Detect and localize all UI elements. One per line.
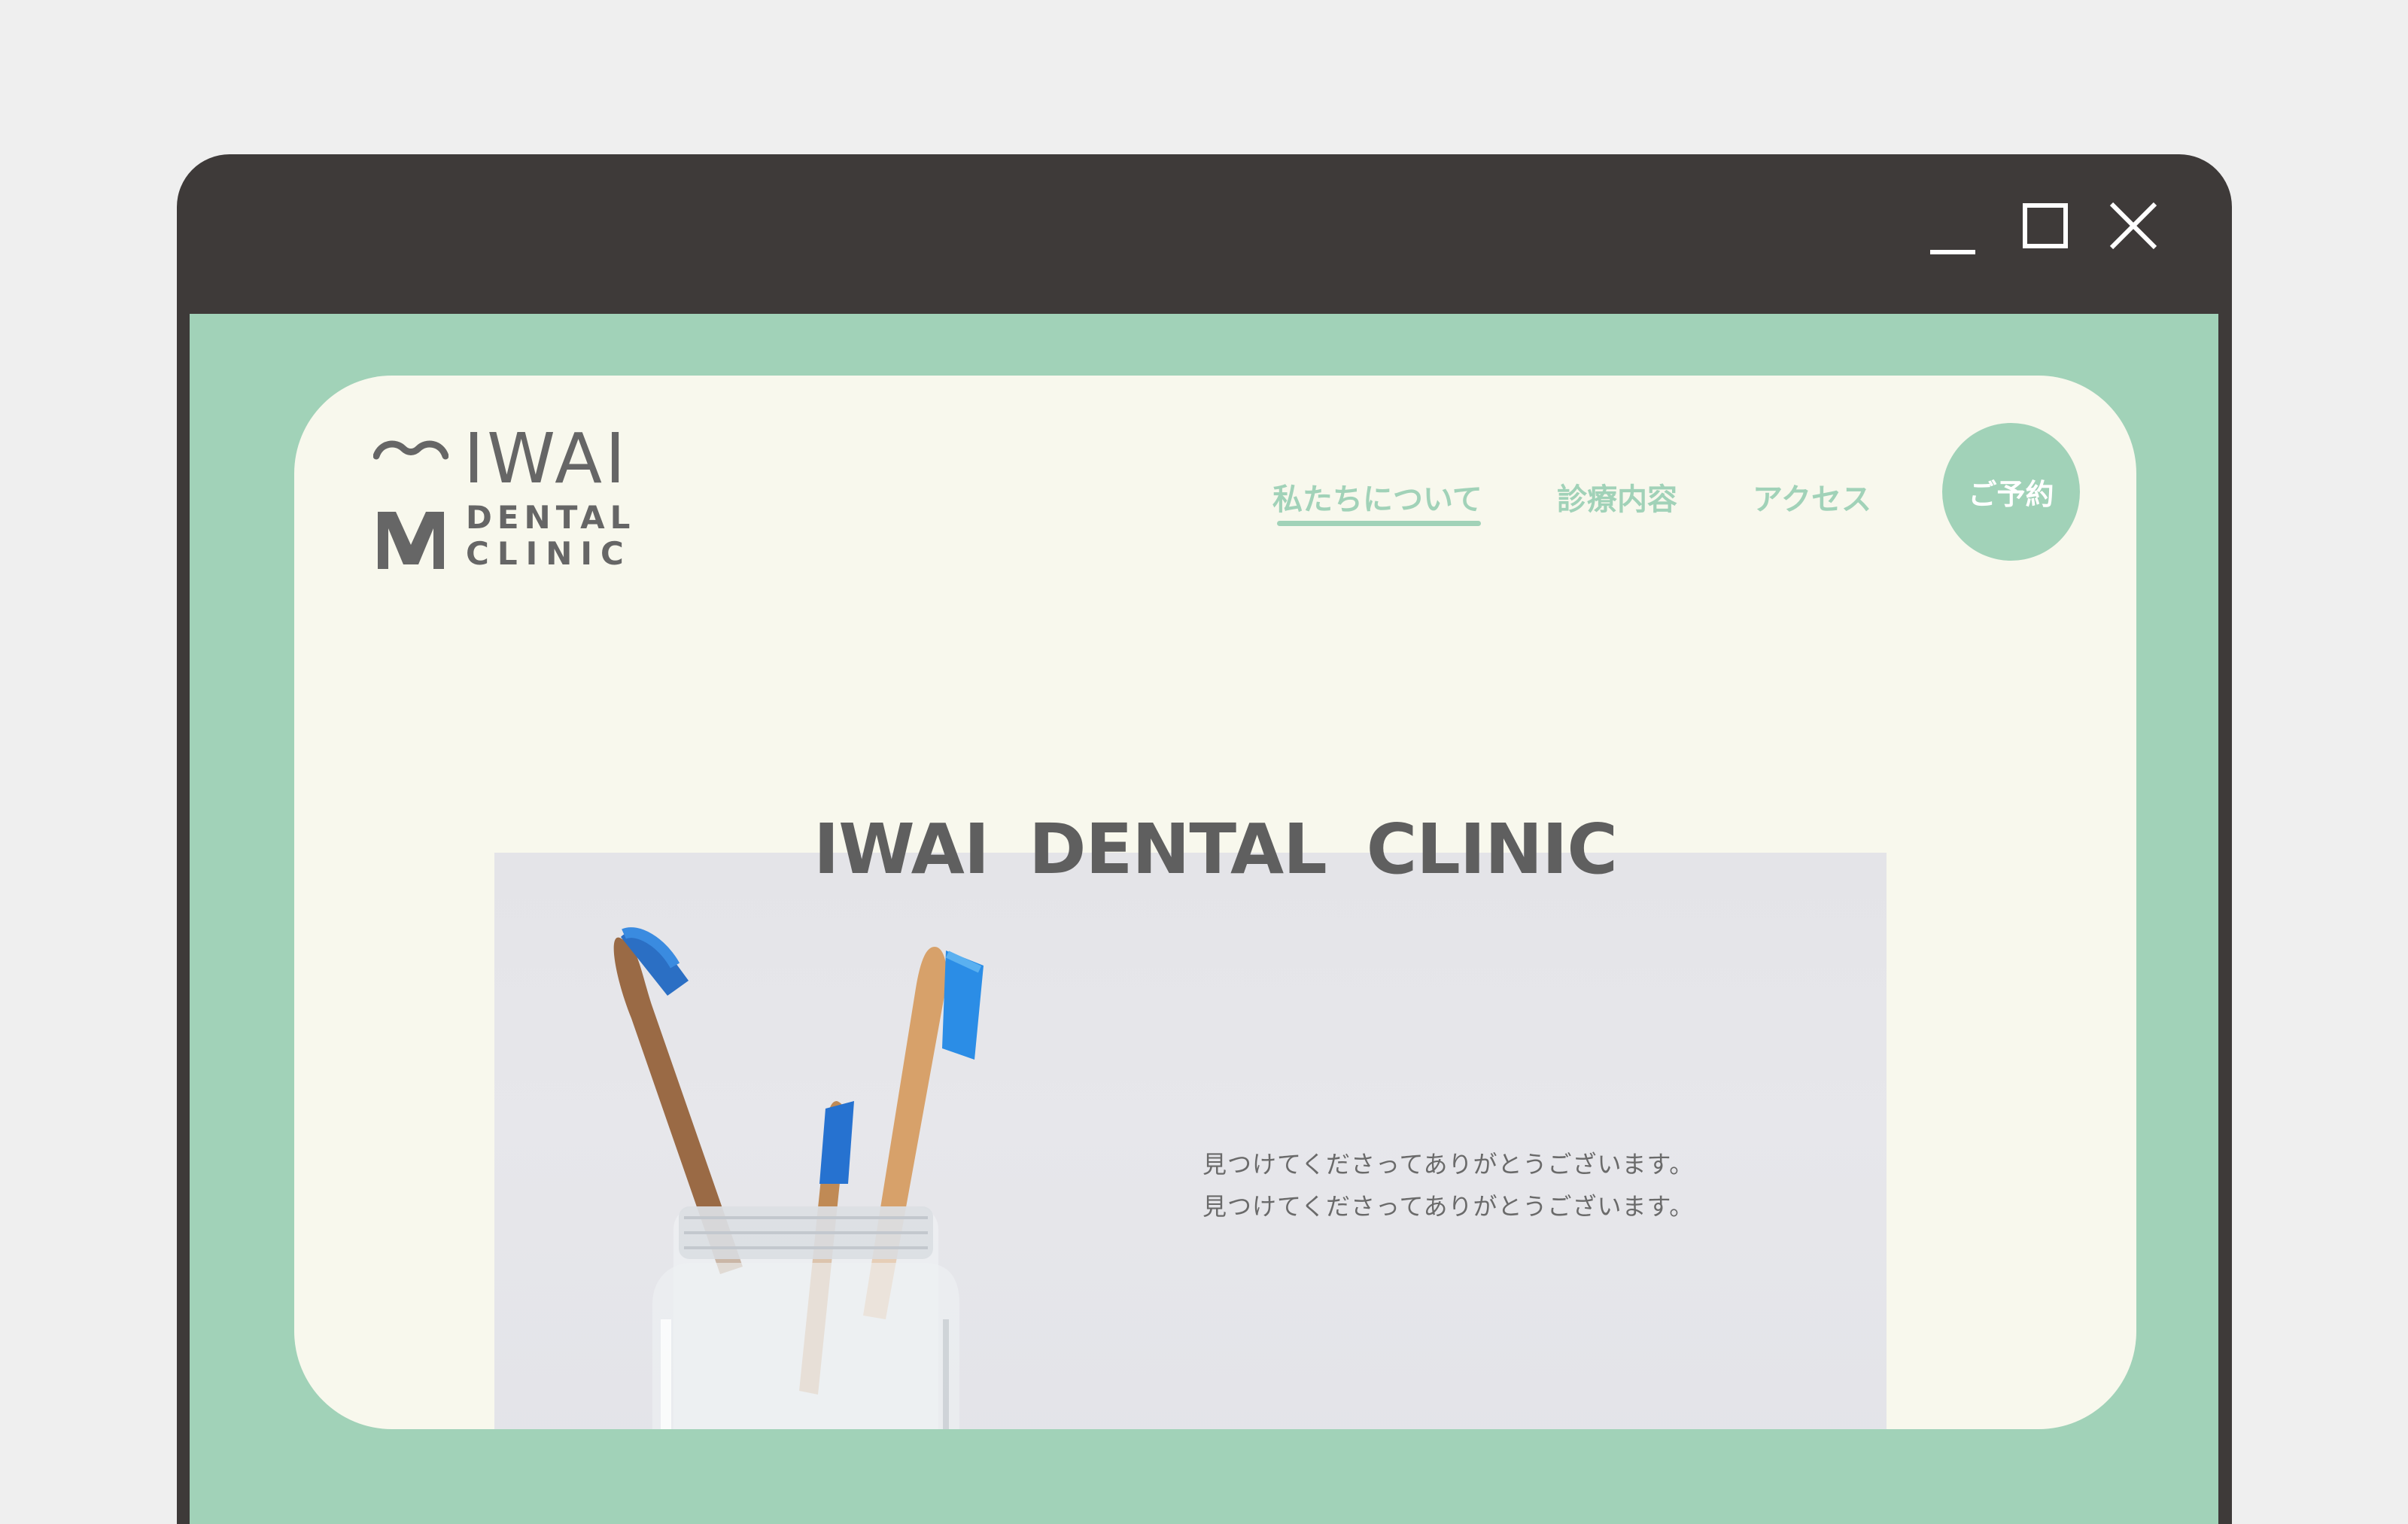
hero-title: IWAI DENTAL CLINIC — [813, 809, 1618, 890]
nav-item-access[interactable]: アクセス — [1753, 481, 1871, 519]
reserve-button[interactable]: ご予約 — [1942, 423, 2080, 561]
clinic-logo[interactable]: IWAI DENTAL CLINIC — [373, 424, 632, 575]
logo-dental-text: DENTAL — [466, 499, 636, 536]
title-bar — [177, 154, 2232, 314]
minimize-icon[interactable] — [1930, 199, 1990, 260]
nav-item-about[interactable]: 私たちについて — [1272, 481, 1482, 526]
hero-message-line: 見つけてくださってありがとうございます。 — [1202, 1150, 1695, 1179]
close-icon[interactable] — [2107, 199, 2167, 260]
browser-window: IWAI DENTAL CLINIC 私たちについて 診療内容 アクセス ご予約 — [177, 154, 2232, 1524]
hero-message-line: 見つけてくださってありがとうございます。 — [1202, 1192, 1695, 1221]
logo-clinic-text: CLINIC — [466, 535, 632, 572]
hero-message: 見つけてくださってありがとうございます。 見つけてくださってありがとうございます… — [1202, 1143, 1694, 1227]
hero-image — [494, 853, 1887, 1429]
logo-iwai-text: IWAI — [464, 418, 629, 499]
logo-m-icon — [378, 512, 444, 569]
maximize-icon[interactable] — [2019, 199, 2079, 260]
page-viewport: IWAI DENTAL CLINIC 私たちについて 診療内容 アクセス ご予約 — [190, 314, 2218, 1524]
toothbrush-jar-illustration — [613, 927, 984, 1429]
page-card: IWAI DENTAL CLINIC 私たちについて 診療内容 アクセス ご予約 — [294, 376, 2136, 1429]
nav-item-treatment[interactable]: 診療内容 — [1557, 481, 1677, 519]
logo-tooth-icon — [373, 440, 448, 460]
